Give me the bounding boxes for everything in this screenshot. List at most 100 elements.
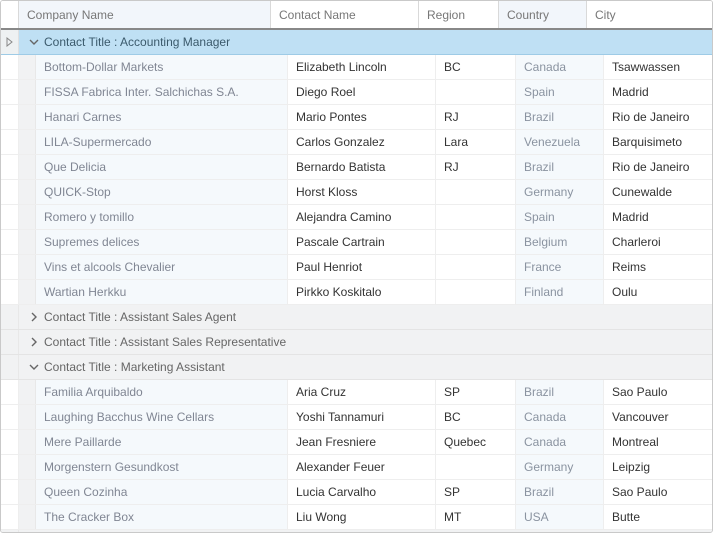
cell-city[interactable]: Charleroi [604,230,712,254]
cell-country[interactable]: Brazil [516,480,604,504]
cell-company[interactable]: QUICK-Stop [36,180,288,204]
table-row[interactable]: Romero y tomilloAlejandra Camino SpainMad… [1,205,712,230]
cell-company[interactable]: Vins et alcools Chevalier [36,255,288,279]
cell-region[interactable]: RJ [436,155,516,179]
cell-country[interactable]: Brazil [516,380,604,404]
table-row[interactable]: Wartian HerkkuPirkko Koskitalo FinlandOul… [1,280,712,305]
cell-contact[interactable]: Carlos Gonzalez [288,130,436,154]
cell-contact[interactable]: Alejandra Camino [288,205,436,229]
cell-company[interactable]: Que Delicia [36,155,288,179]
cell-contact[interactable]: Jean Fresniere [288,430,436,454]
cell-region[interactable] [436,230,516,254]
cell-company[interactable]: Familia Arquibaldo [36,380,288,404]
cell-company[interactable]: The Cracker Box [36,505,288,529]
cell-city[interactable]: Butte [604,505,712,529]
cell-region[interactable]: Quebec [436,430,516,454]
cell-city[interactable]: Madrid [604,205,712,229]
table-row[interactable]: FISSA Fabrica Inter. Salchichas S.A.Dieg… [1,80,712,105]
cell-region[interactable]: SP [436,380,516,404]
cell-city[interactable]: Barquisimeto [604,130,712,154]
cell-country[interactable]: Finland [516,280,604,304]
cell-contact[interactable]: Horst Kloss [288,180,436,204]
cell-country[interactable]: Spain [516,205,604,229]
cell-contact[interactable]: Liu Wong [288,505,436,529]
cell-company[interactable]: Hanari Carnes [36,105,288,129]
data-grid[interactable]: Company Name Contact Name Region Country… [0,0,713,533]
cell-country[interactable]: Germany [516,455,604,479]
cell-contact[interactable]: Pirkko Koskitalo [288,280,436,304]
cell-contact[interactable]: Pascale Cartrain [288,230,436,254]
cell-contact[interactable]: Paul Henriot [288,255,436,279]
cell-city[interactable]: Madrid [604,80,712,104]
chevron-right-icon[interactable] [26,337,42,347]
cell-city[interactable]: Oulu [604,280,712,304]
cell-company[interactable]: Romero y tomillo [36,205,288,229]
table-row[interactable]: Familia ArquibaldoAria CruzSPBrazilSao P… [1,380,712,405]
cell-city[interactable]: Reims [604,255,712,279]
group-header-row[interactable]: Contact Title : Marketing Assistant [1,355,712,380]
cell-region[interactable] [436,280,516,304]
cell-region[interactable] [436,205,516,229]
table-row[interactable]: Morgenstern GesundkostAlexander Feuer Ger… [1,455,712,480]
cell-city[interactable]: Rio de Janeiro [604,155,712,179]
cell-region[interactable] [436,180,516,204]
cell-company[interactable]: FISSA Fabrica Inter. Salchichas S.A. [36,80,288,104]
cell-city[interactable]: Sao Paulo [604,380,712,404]
cell-city[interactable]: Leipzig [604,455,712,479]
column-header-country[interactable]: Country [499,1,587,28]
cell-contact[interactable]: Yoshi Tannamuri [288,405,436,429]
table-row[interactable]: Supremes delicesPascale Cartrain BelgiumC… [1,230,712,255]
cell-company[interactable]: Mere Paillarde [36,430,288,454]
cell-company[interactable]: LILA-Supermercado [36,130,288,154]
cell-region[interactable]: BC [436,405,516,429]
cell-country[interactable]: Canada [516,430,604,454]
cell-region[interactable]: MT [436,505,516,529]
cell-region[interactable]: BC [436,55,516,79]
column-header-city[interactable]: City [587,1,712,28]
group-header-row[interactable]: Contact Title : Assistant Sales Agent [1,305,712,330]
cell-region[interactable]: RJ [436,105,516,129]
cell-contact[interactable]: Mario Pontes [288,105,436,129]
cell-country[interactable]: Belgium [516,230,604,254]
column-header-region[interactable]: Region [419,1,499,28]
cell-company[interactable]: Laughing Bacchus Wine Cellars [36,405,288,429]
cell-region[interactable]: Lara [436,130,516,154]
cell-company[interactable]: Bottom-Dollar Markets [36,55,288,79]
table-row[interactable]: The Cracker BoxLiu WongMTUSAButte [1,505,712,530]
cell-city[interactable]: Vancouver [604,405,712,429]
cell-country[interactable]: USA [516,505,604,529]
table-row[interactable]: LILA-SupermercadoCarlos GonzalezLaraVene… [1,130,712,155]
cell-contact[interactable]: Alexander Feuer [288,455,436,479]
cell-country[interactable]: Venezuela [516,130,604,154]
cell-country[interactable]: Canada [516,55,604,79]
cell-company[interactable]: Wartian Herkku [36,280,288,304]
chevron-down-icon[interactable] [26,362,42,372]
cell-contact[interactable]: Elizabeth Lincoln [288,55,436,79]
cell-contact[interactable]: Aria Cruz [288,380,436,404]
cell-company[interactable]: Queen Cozinha [36,480,288,504]
cell-contact[interactable]: Lucia Carvalho [288,480,436,504]
column-header-company[interactable]: Company Name [19,1,271,28]
cell-country[interactable]: Brazil [516,105,604,129]
cell-company[interactable]: Morgenstern Gesundkost [36,455,288,479]
cell-region[interactable]: SP [436,480,516,504]
group-header-row[interactable]: Contact Title : Assistant Sales Represen… [1,330,712,355]
table-row[interactable]: Vins et alcools ChevalierPaul HenriotFra… [1,255,712,280]
group-header-row[interactable]: Contact Title : Accounting Manager [1,30,712,55]
table-row[interactable]: Mere PaillardeJean FresniereQuebecCanada… [1,430,712,455]
cell-city[interactable]: Tsawwassen [604,55,712,79]
table-row[interactable]: Que DeliciaBernardo BatistaRJBrazilRio d… [1,155,712,180]
cell-city[interactable]: Rio de Janeiro [604,105,712,129]
cell-contact[interactable]: Bernardo Batista [288,155,436,179]
chevron-down-icon[interactable] [26,37,42,47]
cell-city[interactable]: Cunewalde [604,180,712,204]
cell-company[interactable]: Supremes delices [36,230,288,254]
cell-city[interactable]: Montreal [604,430,712,454]
cell-country[interactable]: Germany [516,180,604,204]
cell-country[interactable]: Spain [516,80,604,104]
table-row[interactable]: Hanari CarnesMario PontesRJBrazilRio de … [1,105,712,130]
cell-contact[interactable]: Diego Roel [288,80,436,104]
cell-city[interactable]: Sao Paulo [604,480,712,504]
table-row[interactable]: Laughing Bacchus Wine CellarsYoshi Tanna… [1,405,712,430]
chevron-right-icon[interactable] [26,312,42,322]
